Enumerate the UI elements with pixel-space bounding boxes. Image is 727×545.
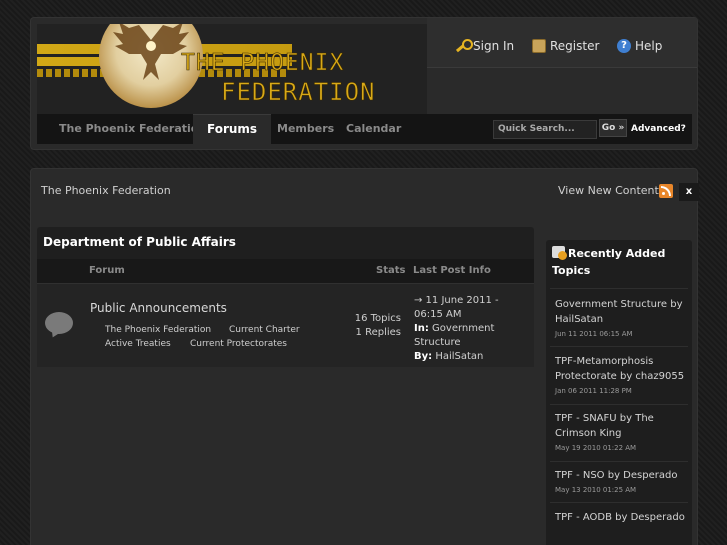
forum-link[interactable]: Public Announcements	[90, 301, 227, 315]
col-last-post: Last Post Info	[413, 265, 491, 276]
divider	[550, 502, 688, 503]
register-label: Register	[550, 39, 600, 53]
subforum-link[interactable]: Current Charter	[229, 325, 300, 335]
recent-topics-icon	[552, 246, 567, 260]
topic-date: May 19 2010 01:22 AM	[555, 444, 637, 452]
last-post-author-link[interactable]: HailSatan	[435, 351, 483, 362]
help-label: Help	[635, 39, 663, 53]
breadcrumb[interactable]: The Phoenix Federation	[41, 184, 171, 197]
rss-feed-icon[interactable]	[659, 184, 673, 198]
divider	[550, 461, 688, 462]
topic-title: TPF - NSO by Desperado	[555, 470, 678, 481]
category-title[interactable]: Department of Public Affairs	[43, 235, 236, 249]
sidebar-title: Recently Added Topics	[552, 245, 688, 279]
topic-title: TPF - SNAFU by The Crimson King	[555, 413, 654, 439]
recent-topic-item[interactable]: TPF - NSO by Desperado May 13 2010 01:25…	[555, 468, 687, 494]
last-post-info: → 11 June 2011 - 06:15 AM In: Government…	[414, 294, 529, 364]
search-go-button[interactable]: Go »	[599, 119, 627, 137]
divider	[550, 404, 688, 405]
subforum-link[interactable]: Current Protectorates	[190, 339, 287, 349]
topic-count: 16 Topics	[354, 313, 401, 324]
user-links: Sign In Register ? Help	[427, 18, 697, 68]
logo-text: THE PHOENIX	[181, 50, 345, 77]
forum-read-bubble-icon	[45, 312, 73, 334]
by-label: By:	[414, 351, 433, 362]
tab-calendar[interactable]: Calendar	[346, 114, 401, 144]
reply-count: 1 Replies	[355, 327, 401, 338]
last-post-date[interactable]: → 11 June 2011 - 06:15 AM	[414, 294, 529, 322]
topic-title: Government Structure by HailSatan	[555, 299, 683, 325]
tab-the-phoenix-federation[interactable]: The Phoenix Federation	[59, 114, 206, 144]
advanced-search-link[interactable]: Advanced?	[631, 124, 686, 134]
topic-date: Jun 11 2011 06:15 AM	[555, 330, 633, 338]
main-content: The Phoenix Federation View New Content …	[30, 168, 699, 545]
topic-date: May 13 2010 01:25 AM	[555, 486, 637, 494]
logo-text: FEDERATION	[221, 78, 376, 107]
register-link[interactable]: Register	[532, 39, 599, 53]
topic-title: TPF - AODB by Desperado	[555, 512, 685, 523]
help-icon: ?	[617, 39, 631, 53]
divider	[550, 346, 688, 347]
close-button[interactable]: x	[679, 183, 699, 201]
column-headers: Forum Stats Last Post Info	[37, 259, 534, 283]
forum-row: Public Announcements The Phoenix Federat…	[37, 283, 534, 367]
col-forum: Forum	[89, 265, 125, 276]
tab-forums[interactable]: Forums	[193, 114, 272, 144]
help-link[interactable]: ? Help	[617, 39, 662, 53]
sign-in-link[interactable]: Sign In	[455, 39, 514, 53]
forum-category: Department of Public Affairs Forum Stats…	[37, 227, 534, 367]
site-logo-banner[interactable]: THE PHOENIX FEDERATION	[37, 24, 427, 116]
topic-date: Jan 06 2011 11:28 PM	[555, 387, 632, 395]
header: THE PHOENIX FEDERATION Sign In Register …	[30, 17, 698, 150]
register-icon	[532, 39, 546, 53]
tab-members[interactable]: Members	[277, 114, 334, 144]
subforum-link[interactable]: Active Treaties	[105, 339, 171, 349]
recent-topic-item[interactable]: Government Structure by HailSatan Jun 11…	[555, 297, 687, 338]
recent-topics-sidebar: Recently Added Topics Government Structu…	[546, 240, 692, 545]
topic-title: TPF-Metamorphosis Protectorate by chaz90…	[555, 356, 685, 382]
col-stats: Stats	[376, 265, 406, 276]
quick-search-input[interactable]: Quick Search...	[493, 120, 597, 139]
view-new-content-link[interactable]: View New Content	[558, 184, 659, 197]
primary-nav: The Phoenix Federation Forums Members Ca…	[37, 114, 692, 144]
recent-topic-item[interactable]: TPF - SNAFU by The Crimson King May 19 2…	[555, 411, 687, 452]
sign-in-label: Sign In	[473, 39, 515, 53]
key-icon	[455, 39, 473, 53]
recent-topic-item[interactable]: TPF-Metamorphosis Protectorate by chaz90…	[555, 354, 687, 395]
divider	[550, 288, 688, 289]
sidebar-title-text: Recently Added Topics	[552, 247, 666, 277]
subforum-link[interactable]: The Phoenix Federation	[105, 325, 211, 335]
in-label: In:	[414, 323, 429, 334]
recent-topic-item[interactable]: TPF - AODB by Desperado	[555, 510, 687, 528]
